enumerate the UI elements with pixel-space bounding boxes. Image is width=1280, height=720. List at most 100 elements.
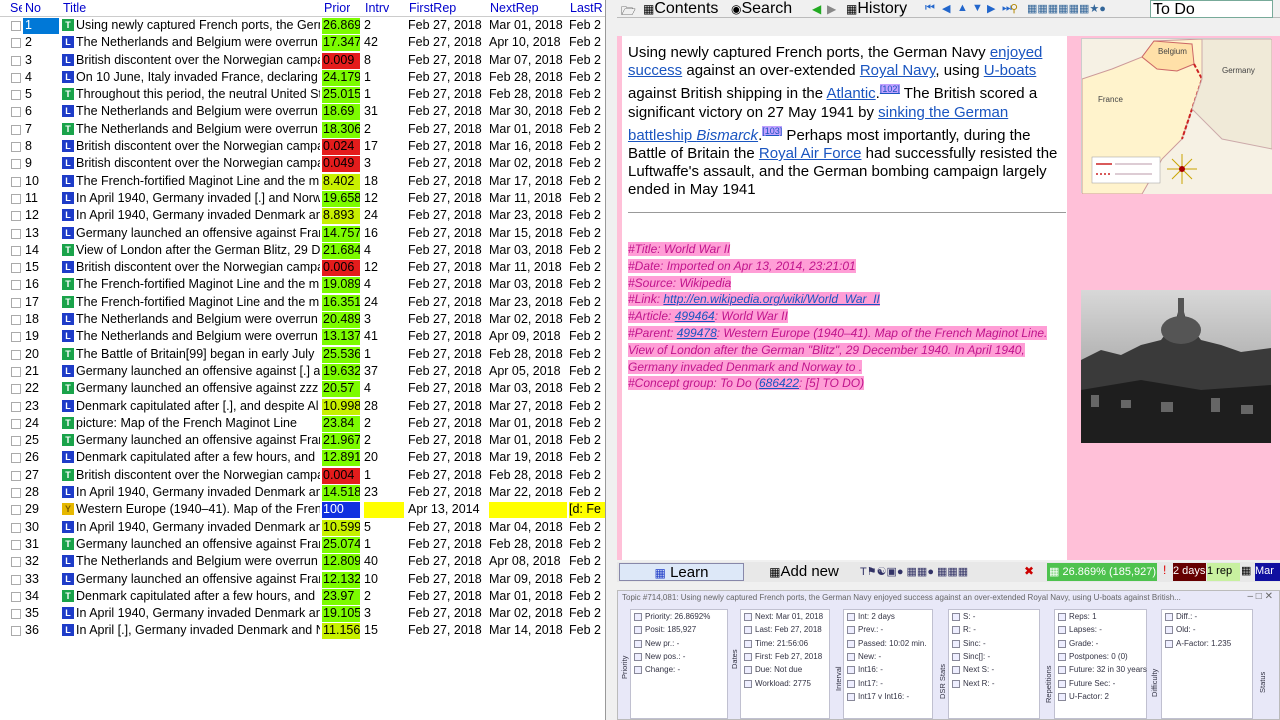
col-sel-header[interactable]: Se: [10, 1, 22, 15]
link-u-boats[interactable]: U-boats: [984, 62, 1037, 79]
col-next-header[interactable]: NextRep: [490, 1, 539, 15]
search-button[interactable]: ◉Search: [731, 0, 792, 18]
ref-parent-link[interactable]: 499478: [677, 326, 717, 340]
table-row[interactable]: 8 L British discontent over the Norwegian …: [0, 138, 605, 156]
table-row[interactable]: 34 T Denmark capitulated after a few hours…: [0, 588, 605, 605]
row-checkbox[interactable]: [11, 436, 21, 447]
col-no-header[interactable]: No: [25, 1, 41, 15]
table-row[interactable]: 2 L The Netherlands and Belgium were overr…: [0, 34, 605, 52]
row-checkbox[interactable]: [11, 453, 21, 464]
table-row[interactable]: 10 L The French-fortified Maginot Line and…: [0, 173, 605, 190]
row-checkbox[interactable]: [11, 21, 21, 31]
concept-group-field[interactable]: To Do: [1150, 0, 1273, 18]
row-checkbox[interactable]: [11, 107, 21, 118]
row-checkbox[interactable]: [11, 124, 21, 135]
table-row[interactable]: 35 L In April 1940, Germany invaded Denmar…: [0, 605, 605, 623]
row-checkbox[interactable]: [11, 591, 21, 602]
back-arrow-icon[interactable]: ◀: [812, 2, 821, 16]
row-checkbox[interactable]: [11, 488, 21, 499]
row-checkbox[interactable]: [11, 263, 21, 274]
col-prior-header[interactable]: Prior: [324, 1, 350, 15]
ref-article-link[interactable]: 499464: [675, 309, 715, 323]
table-row[interactable]: 18 L The Netherlands and Belgium were over…: [0, 311, 605, 329]
parent-element-icon[interactable]: ▲: [957, 2, 968, 14]
row-checkbox[interactable]: [11, 557, 21, 568]
delete-icon[interactable]: ✖: [1024, 564, 1034, 582]
contents-button[interactable]: ▦Contents: [643, 0, 718, 18]
row-checkbox[interactable]: [11, 55, 21, 66]
next-element-icon[interactable]: ▶: [987, 2, 995, 15]
table-row[interactable]: 27 T British discontent over the Norwegian…: [0, 467, 605, 484]
child-element-icon[interactable]: ▼: [972, 2, 983, 14]
first-element-icon[interactable]: ⏮: [925, 2, 935, 15]
table-row[interactable]: 17 T The French-fortified Maginot Line and…: [0, 294, 605, 311]
table-row[interactable]: 5 T Throughout this period, the neutral Un…: [0, 86, 605, 104]
table-row[interactable]: 12 L In April 1940, Germany invaded Denmar…: [0, 207, 605, 225]
table-row[interactable]: 14 T View of London after the German Blitz…: [0, 242, 605, 259]
table-row[interactable]: 26 L Denmark capitulated after a few hours…: [0, 449, 605, 467]
table-row[interactable]: 19 L The Netherlands and Belgium were over…: [0, 328, 605, 346]
row-checkbox[interactable]: [11, 522, 21, 533]
table-row[interactable]: 1 T Using newly captured French ports, the…: [0, 17, 605, 34]
col-intrv-header[interactable]: Intrv: [365, 1, 389, 15]
add-new-button[interactable]: ▦Add new: [747, 563, 861, 581]
row-checkbox[interactable]: [11, 539, 21, 550]
london-blitz-photo[interactable]: [1081, 290, 1271, 443]
row-checkbox[interactable]: [11, 38, 21, 49]
row-checkbox[interactable]: [11, 176, 21, 187]
row-checkbox[interactable]: [11, 193, 21, 204]
table-row[interactable]: 31 T Germany launched an offensive against…: [0, 536, 605, 553]
col-last-header[interactable]: LastR: [570, 1, 603, 15]
row-checkbox[interactable]: [11, 349, 21, 360]
row-checkbox[interactable]: [11, 315, 21, 326]
row-checkbox[interactable]: [11, 401, 21, 412]
element-tools-icons[interactable]: T⚑☯▣● ▦▦● ▦▦▦: [860, 565, 968, 583]
table-row[interactable]: 36 L In April [.], Germany invaded Denmark…: [0, 622, 605, 640]
link-royal-navy[interactable]: Royal Navy: [860, 62, 936, 79]
row-checkbox[interactable]: [11, 418, 21, 429]
row-checkbox[interactable]: [11, 626, 21, 637]
key-icon[interactable]: ⚲: [1010, 2, 1018, 15]
row-checkbox[interactable]: [11, 505, 21, 516]
table-row[interactable]: 29 Y Western Europe (1940–41). Map of the …: [0, 501, 605, 519]
window-controls[interactable]: – □ ✕: [1247, 591, 1273, 602]
row-checkbox[interactable]: [11, 159, 21, 170]
table-row[interactable]: 3 L British discontent over the Norwegian …: [0, 52, 605, 69]
link-royal-air-force[interactable]: Royal Air Force: [759, 145, 862, 162]
table-row[interactable]: 16 T The French-fortified Maginot Line and…: [0, 276, 605, 294]
col-title-header[interactable]: Title: [63, 1, 86, 15]
row-checkbox[interactable]: [11, 280, 21, 291]
forward-arrow-icon[interactable]: ▶: [827, 2, 836, 16]
learn-button[interactable]: ▦ Learn: [619, 563, 744, 581]
row-checkbox[interactable]: [11, 297, 21, 308]
table-row[interactable]: 30 L In April 1940, Germany invaded Denmar…: [0, 519, 605, 536]
row-checkbox[interactable]: [11, 228, 21, 239]
table-row[interactable]: 25 T Germany launched an offensive against…: [0, 432, 605, 450]
toolbar-tools-icons[interactable]: ▦▦▦▦▦▦★●: [1027, 2, 1106, 15]
row-checkbox[interactable]: [11, 245, 21, 256]
table-row[interactable]: 20 T The Battle of Britain[99] began in ea…: [0, 346, 605, 363]
row-checkbox[interactable]: [11, 574, 21, 585]
ref-102[interactable]: [102]: [879, 84, 900, 95]
history-button[interactable]: ▦History: [846, 0, 907, 18]
maginot-map-image[interactable]: Belgium France Germany: [1081, 38, 1273, 195]
table-row[interactable]: 22 T Germany launched an offensive against…: [0, 380, 605, 398]
row-checkbox[interactable]: [11, 384, 21, 395]
row-checkbox[interactable]: [11, 332, 21, 343]
row-checkbox[interactable]: [11, 211, 21, 222]
table-row[interactable]: 28 L In April 1940, Germany invaded Denmar…: [0, 484, 605, 502]
table-row[interactable]: 21 L Germany launched an offensive against…: [0, 363, 605, 380]
folder-icon[interactable]: 🗁: [621, 2, 636, 23]
row-checkbox[interactable]: [11, 72, 21, 83]
table-row[interactable]: 4 L On 10 June, Italy invaded France, decl…: [0, 69, 605, 86]
table-row[interactable]: 6 L The Netherlands and Belgium were overr…: [0, 103, 605, 121]
table-row[interactable]: 7 T The Netherlands and Belgium were overr…: [0, 121, 605, 138]
table-row[interactable]: 11 L In April 1940, Germany invaded [.] an…: [0, 190, 605, 207]
row-checkbox[interactable]: [11, 609, 21, 620]
table-row[interactable]: 33 L Germany launched an offensive against…: [0, 571, 605, 588]
row-checkbox[interactable]: [11, 470, 21, 481]
col-first-header[interactable]: FirstRep: [409, 1, 456, 15]
row-checkbox[interactable]: [11, 142, 21, 153]
prev-element-icon[interactable]: ◀: [942, 2, 950, 15]
table-row[interactable]: 32 L The Netherlands and Belgium were over…: [0, 553, 605, 571]
